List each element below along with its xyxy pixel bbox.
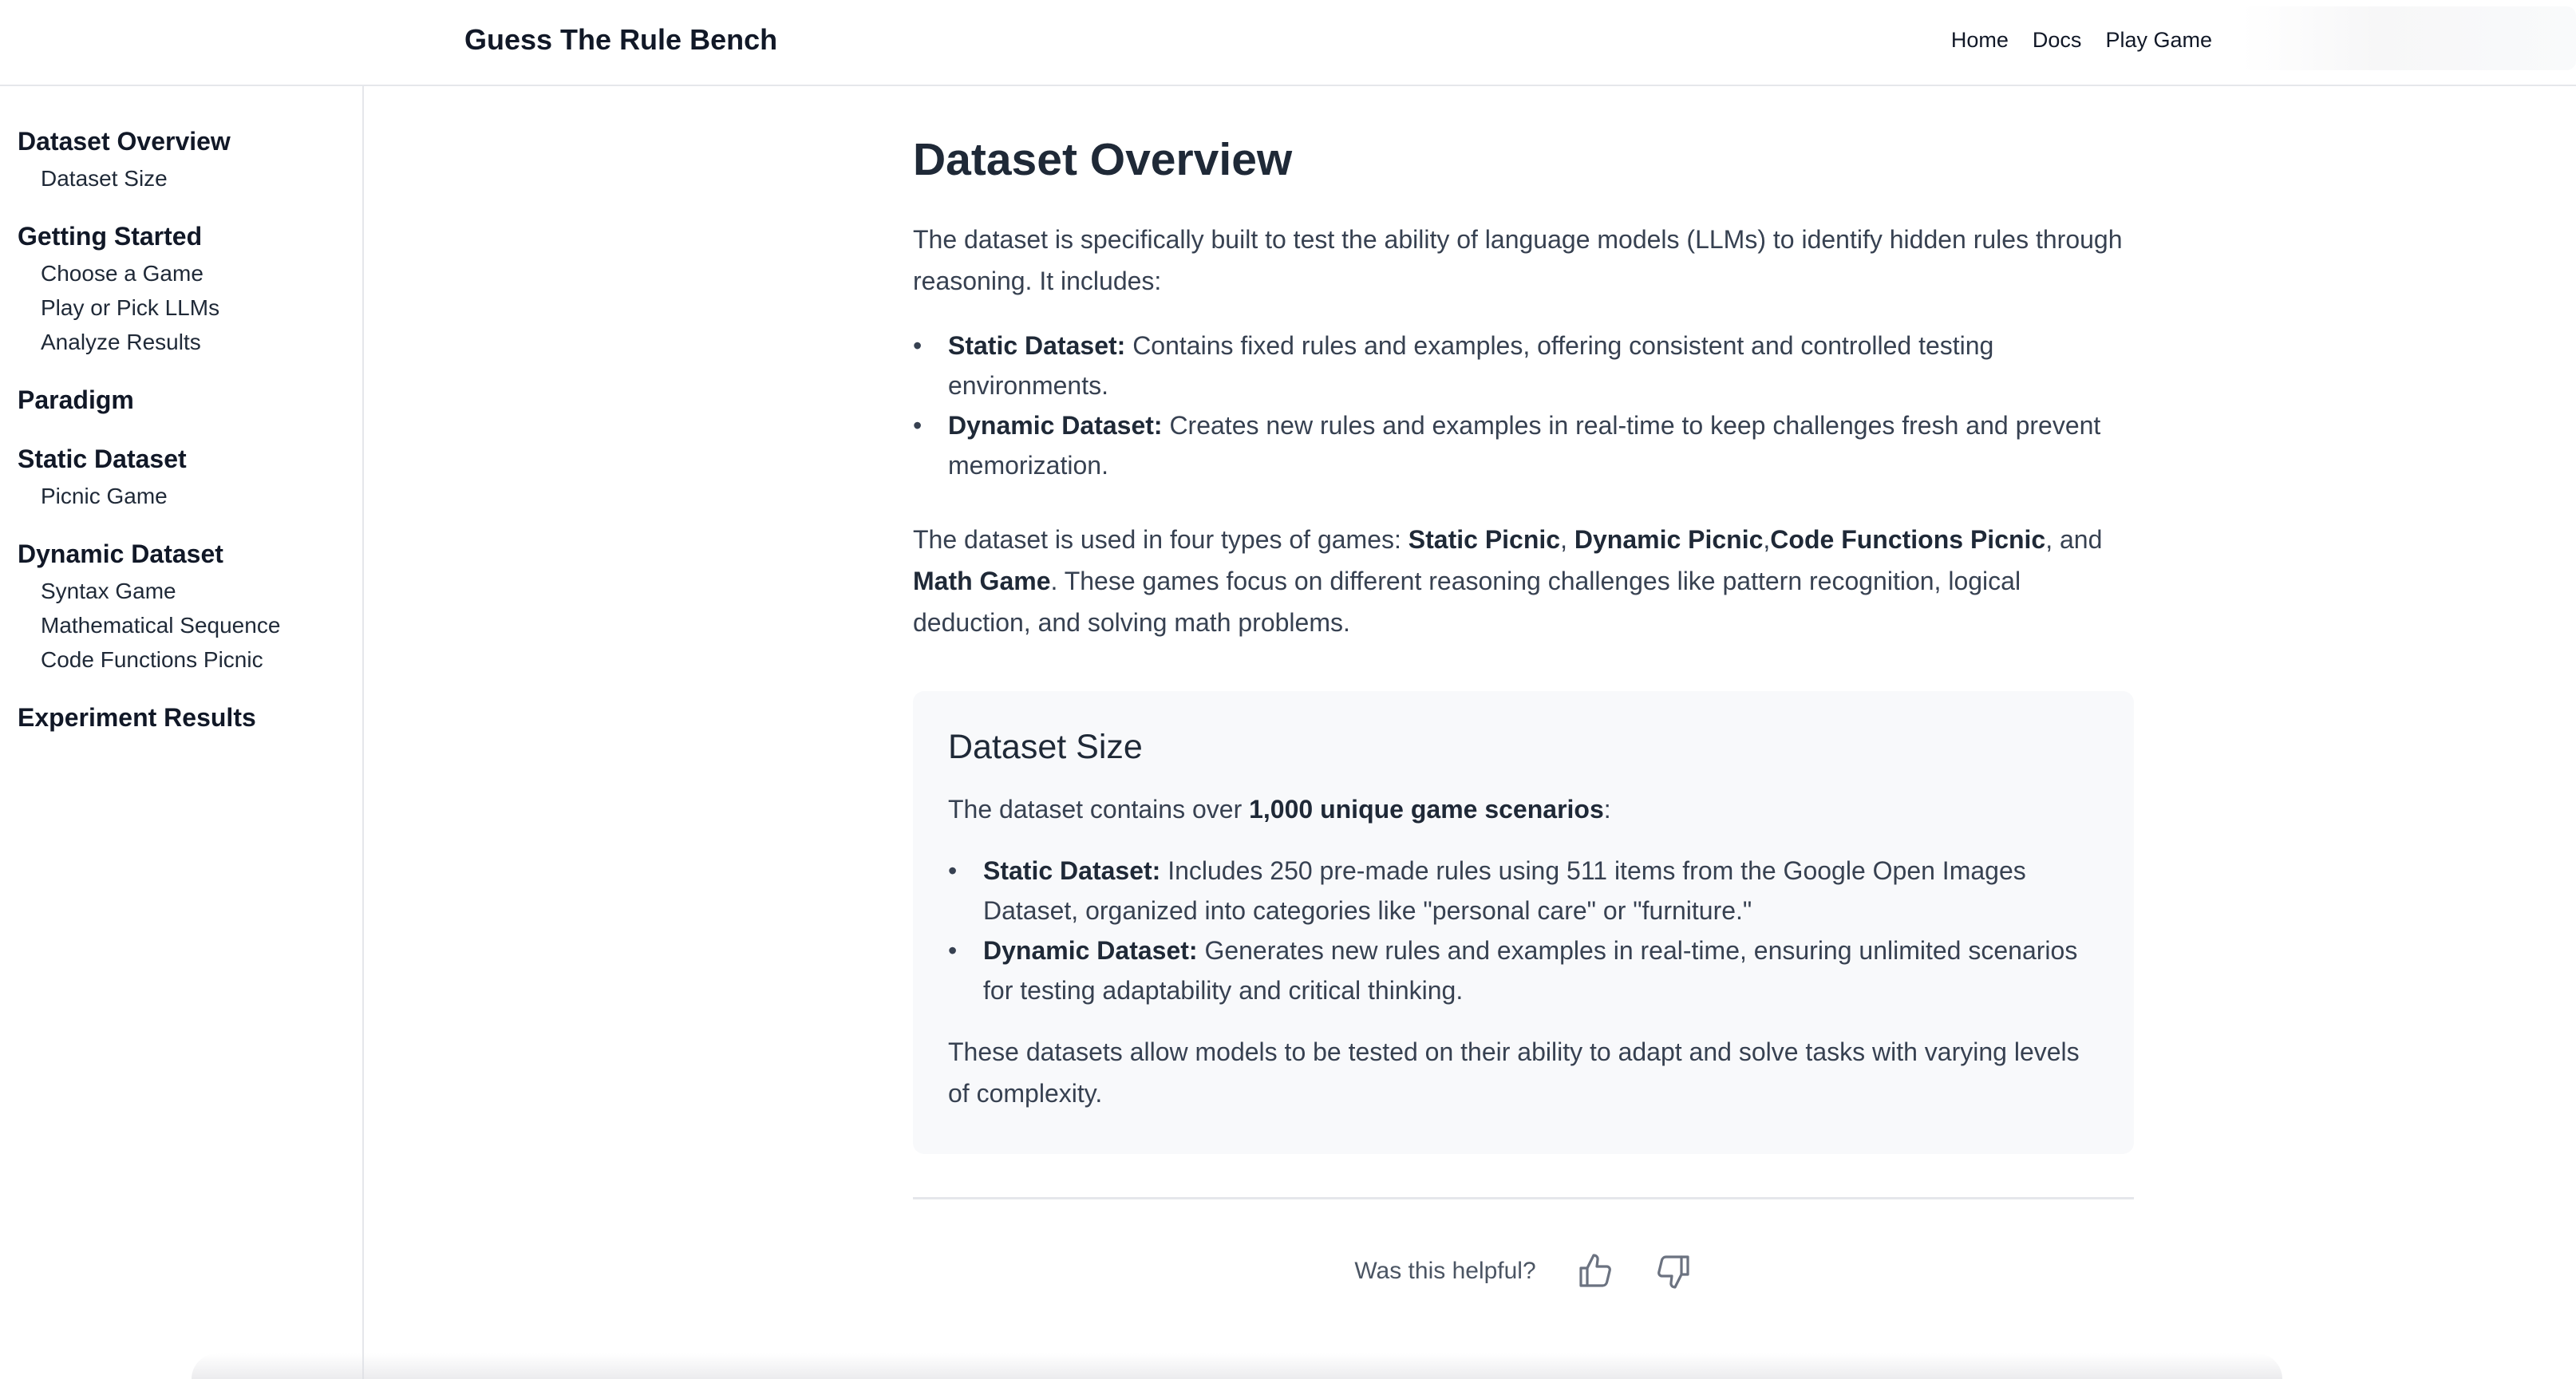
nav-home-link[interactable]: Home xyxy=(1951,28,2009,53)
lead-suffix: : xyxy=(1603,795,1611,824)
sidebar-item-play-or-pick-llms[interactable]: Play or Pick LLMs xyxy=(18,290,362,325)
sidebar-item-mathematical-sequence[interactable]: Mathematical Sequence xyxy=(18,608,362,642)
feedback-bar: Was this helpful? xyxy=(913,1252,2134,1290)
dataset-size-closing: These datasets allow models to be tested… xyxy=(948,1037,2080,1108)
list-item-term: Static Dataset: xyxy=(983,856,1161,885)
separator: , xyxy=(1763,525,1771,554)
thumbs-up-icon[interactable] xyxy=(1576,1252,1614,1290)
list-item-term: Static Dataset: xyxy=(948,331,1126,360)
sidebar-section-getting-started: Getting Started Choose a Game Play or Pi… xyxy=(18,218,362,359)
sidebar-item-analyze-results[interactable]: Analyze Results xyxy=(18,325,362,359)
lead-prefix: The dataset contains over xyxy=(948,795,1250,824)
dataset-size-lead: The dataset contains over 1,000 unique g… xyxy=(948,788,2099,830)
header-fade xyxy=(2241,6,2576,70)
sidebar-item-dynamic-dataset[interactable]: Dynamic Dataset xyxy=(18,535,362,572)
top-nav: Home Docs Play Game xyxy=(1951,19,2212,61)
sidebar-item-dataset-overview[interactable]: Dataset Overview xyxy=(18,123,362,160)
sidebar-item-choose-a-game[interactable]: Choose a Game xyxy=(18,256,362,290)
sidebar-section-experiment-results: Experiment Results xyxy=(18,699,362,736)
game-static-picnic: Static Picnic xyxy=(1408,525,1561,554)
game-math-game: Math Game xyxy=(913,567,1051,595)
separator: , xyxy=(1560,525,1574,554)
sidebar-section-paradigm: Paradigm xyxy=(18,381,362,418)
sidebar-section-dynamic-dataset: Dynamic Dataset Syntax Game Mathematical… xyxy=(18,535,362,677)
list-item-term: Dynamic Dataset: xyxy=(948,411,1163,440)
top-navbar: Guess The Rule Bench Home Docs Play Game xyxy=(0,0,2576,86)
sidebar-item-picnic-game[interactable]: Picnic Game xyxy=(18,479,362,513)
sidebar-item-syntax-game[interactable]: Syntax Game xyxy=(18,574,362,608)
bullet-icon: • xyxy=(913,331,923,360)
list-item-term: Dynamic Dataset: xyxy=(983,936,1198,965)
nav-docs-link[interactable]: Docs xyxy=(2033,28,2082,53)
feedback-question: Was this helpful? xyxy=(1354,1258,1536,1284)
sidebar-item-static-dataset[interactable]: Static Dataset xyxy=(18,441,362,477)
sidebar-item-getting-started[interactable]: Getting Started xyxy=(18,218,362,255)
bullet-icon: • xyxy=(948,856,958,885)
page-title: Dataset Overview xyxy=(913,134,1293,185)
docs-sidebar: Dataset Overview Dataset Size Getting St… xyxy=(0,86,364,1379)
dataset-types-list: • Static Dataset: Contains fixed rules an… xyxy=(913,326,2134,485)
sidebar-section-dataset-overview: Dataset Overview Dataset Size xyxy=(18,123,362,196)
list-item: • Dynamic Dataset: Generates new rules an… xyxy=(948,931,2099,1010)
thumbs-down-icon[interactable] xyxy=(1654,1252,1693,1290)
sidebar-item-code-functions-picnic[interactable]: Code Functions Picnic xyxy=(18,642,362,677)
games-prefix: The dataset is used in four types of gam… xyxy=(913,525,1409,554)
intro-paragraph: The dataset is specifically built to tes… xyxy=(913,225,2123,295)
dataset-size-list: • Static Dataset: Includes 250 pre-made r… xyxy=(948,851,2099,1010)
list-item: • Dynamic Dataset: Creates new rules and … xyxy=(913,405,2134,485)
sidebar-item-experiment-results[interactable]: Experiment Results xyxy=(18,699,362,736)
bottom-shadow xyxy=(192,1353,2282,1379)
sidebar-item-paradigm[interactable]: Paradigm xyxy=(18,381,362,418)
list-item: • Static Dataset: Includes 250 pre-made r… xyxy=(948,851,2099,931)
list-item: • Static Dataset: Contains fixed rules an… xyxy=(913,326,2134,405)
dataset-size-heading: Dataset Size xyxy=(948,728,1143,766)
docs-content: Dataset Overview The dataset is specific… xyxy=(913,86,2134,1290)
lead-bold: 1,000 unique game scenarios xyxy=(1249,795,1604,824)
sidebar-section-static-dataset: Static Dataset Picnic Game xyxy=(18,441,362,513)
bullet-icon: • xyxy=(948,936,958,965)
games-suffix: . These games focus on different reasoni… xyxy=(913,567,2021,637)
separator: , and xyxy=(2045,525,2103,554)
bullet-icon: • xyxy=(913,411,923,440)
game-code-functions-picnic: Code Functions Picnic xyxy=(1770,525,2046,554)
nav-play-game-link[interactable]: Play Game xyxy=(2105,28,2212,53)
site-brand[interactable]: Guess The Rule Bench xyxy=(464,19,777,61)
dataset-size-card: Dataset Size The dataset contains over 1… xyxy=(913,691,2134,1154)
sidebar-item-dataset-size[interactable]: Dataset Size xyxy=(18,161,362,196)
game-dynamic-picnic: Dynamic Picnic xyxy=(1574,525,1764,554)
content-divider xyxy=(913,1197,2134,1199)
games-paragraph: The dataset is used in four types of gam… xyxy=(913,519,2134,643)
